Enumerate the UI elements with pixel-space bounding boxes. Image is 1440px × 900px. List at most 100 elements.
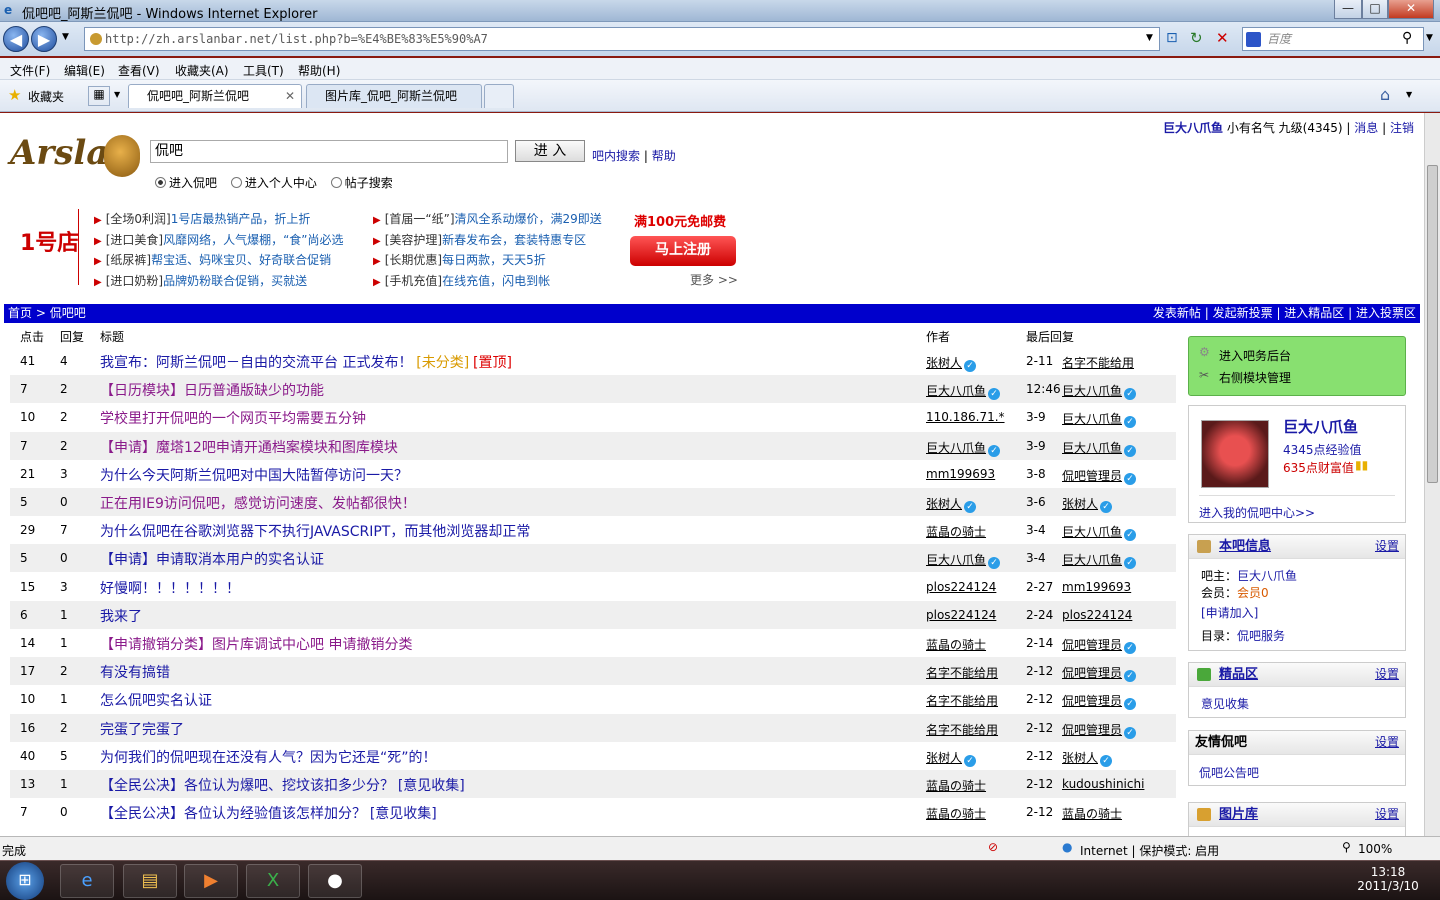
wealth-link[interactable]: 635点财富值 bbox=[1283, 459, 1354, 476]
favorites-button[interactable]: 收藏夹 bbox=[28, 88, 64, 105]
thread-tag[interactable]: [意见收集] bbox=[398, 778, 465, 794]
author-link[interactable]: plos224124 bbox=[926, 580, 996, 594]
friend-bar-link[interactable]: 侃吧公告吧 bbox=[1199, 764, 1259, 781]
last-reply-user-link[interactable]: 巨大八爪鱼 bbox=[1062, 525, 1122, 539]
last-reply-user-link[interactable]: 名字不能给用 bbox=[1062, 356, 1134, 370]
taskbar-excel-icon[interactable]: X bbox=[246, 864, 300, 898]
bar-search-link[interactable]: 吧内搜索 bbox=[592, 149, 640, 163]
register-now-button[interactable]: 马上注册 bbox=[630, 236, 736, 266]
quick-tabs-icon[interactable]: ▦ bbox=[88, 86, 110, 106]
thread-title-link[interactable]: 【全民公决】各位认为爆吧、挖坟该扣多少分？ bbox=[100, 778, 394, 794]
search-icon[interactable]: ⚲ bbox=[1402, 30, 1412, 46]
last-reply-user-link[interactable]: 张树人 bbox=[1062, 751, 1098, 765]
last-reply-user-link[interactable]: 巨大八爪鱼 bbox=[1062, 553, 1122, 567]
last-reply-user-link[interactable]: 侃吧管理员 bbox=[1062, 723, 1122, 737]
stop-icon[interactable]: ✕ bbox=[1216, 29, 1229, 47]
thread-title-link[interactable]: 【申请】申请取消本用户的实名认证 bbox=[100, 552, 324, 568]
refresh-icon[interactable]: ↻ bbox=[1190, 29, 1203, 47]
yhd-logo[interactable]: 1号店 bbox=[20, 225, 79, 257]
profile-name-link[interactable]: 巨大八爪鱼 bbox=[1283, 416, 1358, 437]
radio-enter-bar[interactable] bbox=[155, 177, 166, 188]
breadcrumb-home[interactable]: 首页 bbox=[8, 306, 32, 320]
ad-item[interactable]: ▶ [首届一“纸”]清风全系动爆价，满29即送 bbox=[373, 210, 602, 227]
radio-post-search[interactable] bbox=[330, 177, 342, 188]
enter-button[interactable]: 进 入 bbox=[515, 140, 585, 162]
last-reply-user-link[interactable]: plos224124 bbox=[1062, 608, 1132, 622]
bar-search-input[interactable]: 侃吧 bbox=[150, 140, 508, 163]
scrollbar-thumb[interactable] bbox=[1427, 165, 1438, 483]
history-dropdown-icon[interactable]: ▼ bbox=[62, 32, 69, 42]
tab-active[interactable]: 侃吧吧_阿斯兰侃吧 ✕ bbox=[128, 84, 302, 108]
last-reply-user-link[interactable]: 张树人 bbox=[1062, 497, 1098, 511]
taskbar-media-icon[interactable]: ▶ bbox=[184, 864, 238, 898]
ad-item[interactable]: ▶ [长期优惠]每日两款，天天5折 bbox=[373, 251, 546, 268]
author-link[interactable]: 巨大八爪鱼 bbox=[926, 441, 986, 455]
taskbar-ie-icon[interactable]: e bbox=[60, 864, 114, 898]
minimize-button[interactable]: — bbox=[1334, 0, 1362, 19]
directory-link[interactable]: 侃吧服务 bbox=[1237, 629, 1285, 643]
last-reply-user-link[interactable]: 巨大八爪鱼 bbox=[1062, 384, 1122, 398]
new-tab-button[interactable] bbox=[484, 84, 514, 108]
last-reply-user-link[interactable]: 侃吧管理员 bbox=[1062, 694, 1122, 708]
ad-item[interactable]: ▶ [进口美食]风靡网络，人气爆棚，“食”尚必选 bbox=[94, 231, 344, 248]
thread-title-link[interactable]: 学校里打开侃吧的一个网页平均需要五分钟 bbox=[100, 411, 366, 427]
thread-title-link[interactable]: 【日历模块】日历普通版缺少的功能 bbox=[100, 383, 324, 399]
tab-close-icon[interactable]: ✕ bbox=[285, 85, 295, 107]
help-link[interactable]: 帮助 bbox=[652, 149, 676, 163]
best-area-settings[interactable]: 设置 bbox=[1375, 663, 1399, 686]
vertical-scrollbar[interactable] bbox=[1424, 113, 1440, 836]
owner-link[interactable]: 巨大八爪鱼 bbox=[1237, 569, 1297, 583]
poll-area-link[interactable]: 进入投票区 bbox=[1356, 306, 1416, 320]
blocked-icon[interactable]: ⊘ bbox=[988, 840, 998, 854]
author-link[interactable]: 名字不能给用 bbox=[926, 723, 998, 737]
author-link[interactable]: 蓝晶の骑士 bbox=[926, 807, 986, 821]
logout-link[interactable]: 注销 bbox=[1390, 121, 1414, 135]
last-reply-user-link[interactable]: mm199693 bbox=[1062, 580, 1131, 594]
thread-title-link[interactable]: 有没有搞错 bbox=[100, 665, 170, 681]
thread-title-link[interactable]: 为何我们的侃吧现在还没有人气？因为它还是“死”的！ bbox=[100, 750, 437, 766]
last-reply-user-link[interactable]: 巨大八爪鱼 bbox=[1062, 441, 1122, 455]
thread-title-link[interactable]: 我来了 bbox=[100, 609, 142, 625]
author-link[interactable]: 张树人 bbox=[926, 356, 962, 370]
radio-personal-center[interactable] bbox=[230, 177, 242, 188]
search-input[interactable]: 百度 bbox=[1242, 27, 1424, 51]
taskbar-explorer-icon[interactable]: ▤ bbox=[123, 864, 177, 898]
thread-title-link[interactable]: 完蛋了完蛋了 bbox=[100, 722, 184, 738]
zoom-level[interactable]: 100% bbox=[1358, 842, 1392, 856]
last-reply-user-link[interactable]: 侃吧管理员 bbox=[1062, 469, 1122, 483]
thread-title-link[interactable]: 我宣布：阿斯兰侃吧－自由的交流平台 正式发布！ bbox=[100, 355, 412, 371]
author-link[interactable]: 巨大八爪鱼 bbox=[926, 553, 986, 567]
thread-tag[interactable]: [未分类] bbox=[416, 355, 469, 371]
author-link[interactable]: 名字不能给用 bbox=[926, 694, 998, 708]
author-link[interactable]: 110.186.71.* bbox=[926, 410, 1005, 424]
menu-tools[interactable]: 工具(T) bbox=[243, 62, 284, 79]
compat-view-icon[interactable]: ⊡ bbox=[1166, 30, 1178, 46]
thread-title-link[interactable]: 好慢啊！！！！！！！ bbox=[100, 581, 240, 597]
thread-title-link[interactable]: 【申请】魔塔12吧申请开通档案模块和图库模块 bbox=[100, 440, 398, 456]
maximize-button[interactable]: □ bbox=[1362, 0, 1388, 19]
url-input[interactable]: http://zh.arslanbar.net/list.php?b=%E4%B… bbox=[84, 27, 1160, 51]
author-link[interactable]: 名字不能给用 bbox=[926, 666, 998, 680]
user-name-link[interactable]: 巨大八爪鱼 bbox=[1163, 121, 1223, 135]
friend-bars-settings[interactable]: 设置 bbox=[1375, 731, 1399, 754]
author-link[interactable]: 蓝晶の骑士 bbox=[926, 638, 986, 652]
author-link[interactable]: 蓝晶の骑士 bbox=[926, 779, 986, 793]
ad-item[interactable]: ▶ [进口奶粉]品牌奶粉联合促销，买就送 bbox=[94, 272, 307, 289]
best-area-item[interactable]: 意见收集 bbox=[1201, 695, 1249, 712]
start-button[interactable]: ⊞ bbox=[6, 862, 44, 900]
bar-info-settings[interactable]: 设置 bbox=[1375, 535, 1399, 558]
avatar[interactable] bbox=[1201, 420, 1269, 488]
last-reply-user-link[interactable]: kudoushinichi bbox=[1062, 777, 1144, 791]
new-post-link[interactable]: 发表新帖 bbox=[1153, 306, 1201, 320]
thread-tag[interactable]: [置顶] bbox=[473, 355, 512, 371]
messages-link[interactable]: 消息 bbox=[1354, 121, 1378, 135]
admin-backend-link[interactable]: 进入吧务后台 bbox=[1219, 347, 1291, 364]
author-link[interactable]: 蓝晶の骑士 bbox=[926, 525, 986, 539]
menu-file[interactable]: 文件(F) bbox=[10, 62, 50, 79]
thread-tag[interactable]: [意见收集] bbox=[370, 806, 437, 822]
author-link[interactable]: 张树人 bbox=[926, 497, 962, 511]
menu-help[interactable]: 帮助(H) bbox=[298, 62, 340, 79]
ad-item[interactable]: ▶ [美容护理]新春发布会，套装特惠专区 bbox=[373, 231, 586, 248]
menu-edit[interactable]: 编辑(E) bbox=[64, 62, 105, 79]
url-dropdown-icon[interactable]: ▼ bbox=[1146, 33, 1153, 43]
